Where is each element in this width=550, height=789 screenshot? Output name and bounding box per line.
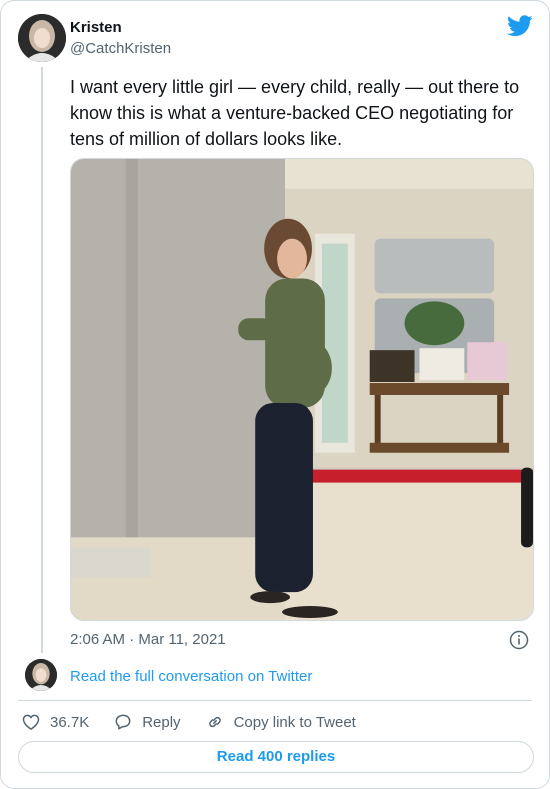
tweet-photo[interactable] [70, 158, 534, 621]
tweet-text: I want every little girl — every child, … [70, 77, 520, 149]
author-avatar[interactable] [18, 14, 66, 62]
copy-link-button[interactable]: Copy link to Tweet [205, 712, 356, 732]
reply-button[interactable]: Reply [113, 712, 181, 732]
conversation-avatar[interactable] [25, 659, 57, 691]
link-icon [208, 716, 221, 728]
like-count: 36.7K [50, 713, 90, 731]
like-button[interactable]: 36.7K [21, 712, 89, 732]
copy-link-label: Copy link to Tweet [233, 713, 356, 731]
heart-icon [22, 714, 40, 731]
tweet-timestamp[interactable]: 2:06 AM · Mar 11, 2021 [70, 631, 226, 648]
author-handle[interactable]: @CatchKristen [70, 40, 171, 57]
divider [18, 700, 532, 701]
tweet-card: Kristen @CatchKristen I want every littl… [0, 0, 550, 789]
author-display-name[interactable]: Kristen [70, 19, 122, 36]
read-conversation-link[interactable]: Read the full conversation on Twitter [70, 668, 312, 685]
actions-bar: 36.7K Reply Copy link to Tweet [21, 712, 380, 732]
read-replies-button[interactable]: Read 400 replies [18, 741, 534, 773]
info-icon[interactable] [509, 630, 529, 650]
thread-line [41, 67, 43, 653]
speech-bubble-icon [115, 714, 131, 730]
twitter-bird-icon[interactable] [507, 15, 533, 37]
reply-label: Reply [142, 713, 181, 731]
